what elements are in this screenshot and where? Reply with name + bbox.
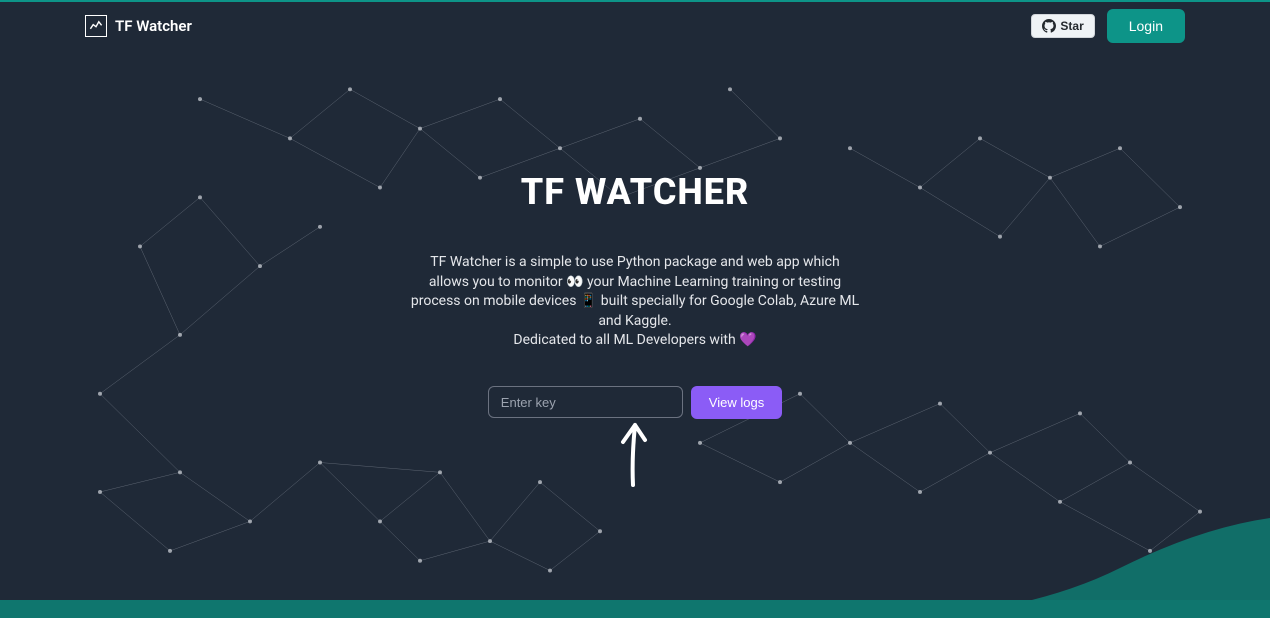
key-input[interactable] (488, 386, 683, 418)
hero-description: TF Watcher is a simple to use Python pac… (410, 253, 860, 351)
header-left: TF Watcher (85, 15, 192, 37)
input-row: View logs (488, 386, 782, 419)
star-label: Star (1060, 19, 1083, 33)
header: TF Watcher Star Login (0, 0, 1270, 50)
github-icon (1042, 19, 1056, 33)
login-button[interactable]: Login (1107, 9, 1185, 43)
hero-title: TF WATCHER (521, 171, 750, 213)
bottom-strip (0, 600, 1270, 618)
brand-name: TF Watcher (115, 17, 192, 35)
hero-content: TF WATCHER TF Watcher is a simple to use… (410, 171, 860, 419)
header-right: Star Login (1031, 9, 1185, 43)
logo-icon (85, 15, 107, 37)
view-logs-button[interactable]: View logs (691, 386, 782, 419)
github-star-button[interactable]: Star (1031, 14, 1094, 38)
hero-section: TF WATCHER TF Watcher is a simple to use… (0, 50, 1270, 600)
